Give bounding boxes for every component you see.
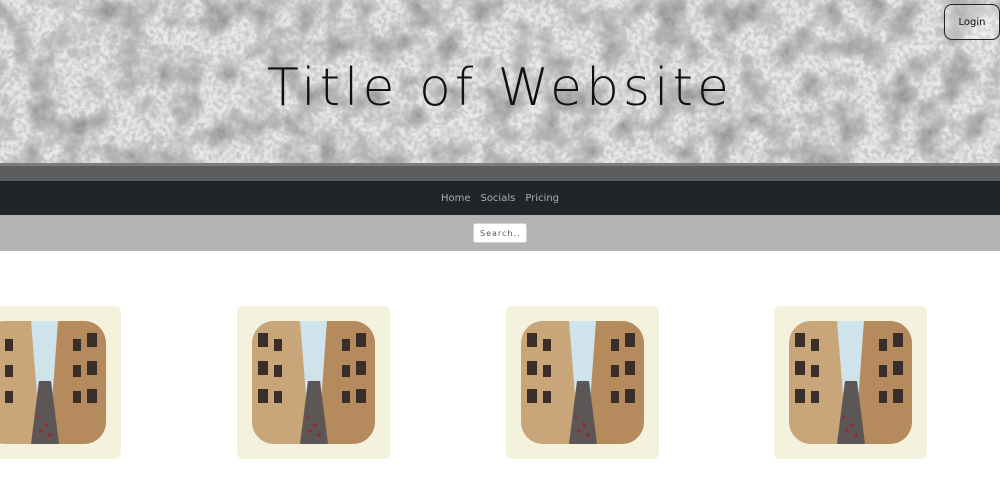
main-nav: Home Socials Pricing bbox=[0, 181, 1000, 215]
search-bar-strip bbox=[0, 215, 1000, 251]
page-title: Title of Website bbox=[267, 58, 733, 118]
login-button[interactable]: Login bbox=[944, 4, 1000, 40]
street-photo-icon bbox=[0, 321, 106, 444]
search-input[interactable] bbox=[473, 223, 527, 243]
street-photo-icon bbox=[789, 321, 912, 444]
nav-link-pricing[interactable]: Pricing bbox=[525, 193, 559, 204]
street-photo-icon bbox=[521, 321, 644, 444]
street-photo-icon bbox=[252, 321, 375, 444]
gallery-card[interactable] bbox=[506, 306, 659, 459]
nav-link-home[interactable]: Home bbox=[441, 193, 471, 204]
gallery-card[interactable] bbox=[237, 306, 390, 459]
gallery-card[interactable] bbox=[0, 306, 121, 459]
nav-link-socials[interactable]: Socials bbox=[480, 193, 515, 204]
hero-banner: Title of Website Login bbox=[0, 0, 1000, 181]
gallery-card[interactable] bbox=[774, 306, 927, 459]
